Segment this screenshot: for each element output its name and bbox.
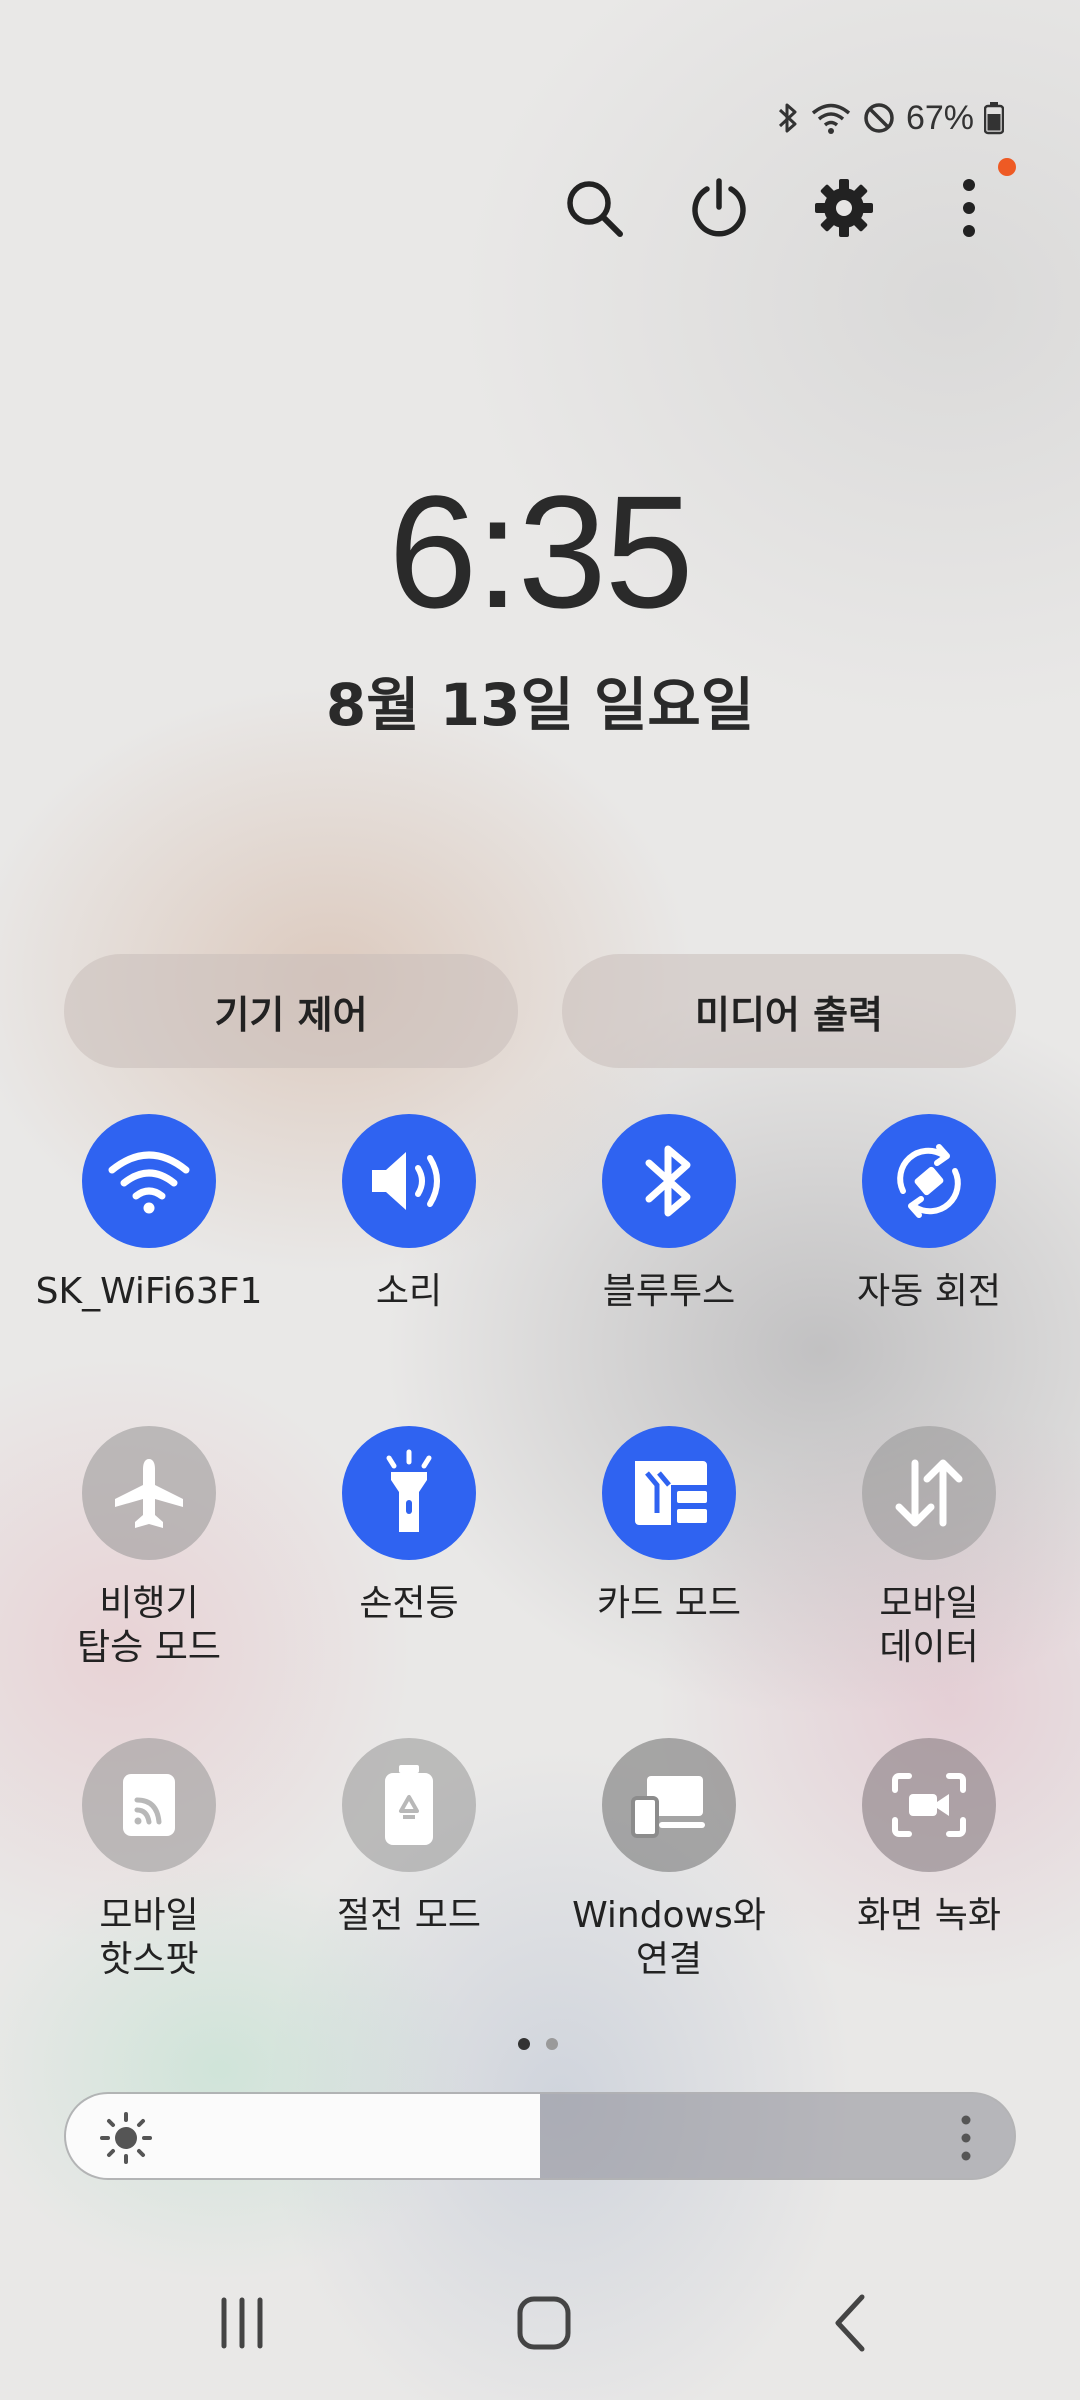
clock-date: 8월 13일 일요일 <box>325 671 755 739</box>
tile-auto-rotate[interactable]: 자동 회전 <box>799 1114 1059 1314</box>
tile-mobile-hotspot-toggle[interactable] <box>82 1738 216 1872</box>
tile-wifi[interactable]: SK_WiFi63F1 <box>19 1114 279 1314</box>
brightness-slider[interactable] <box>64 2092 1016 2180</box>
page-indicator <box>518 2038 558 2050</box>
more-options-button[interactable] <box>929 168 1009 248</box>
tile-mobile-hotspot[interactable]: 모바일 핫스팟 <box>19 1738 279 1982</box>
card-mode-icon <box>635 1461 707 1525</box>
sun-icon <box>100 2112 152 2164</box>
clock-time: 6:35 <box>388 462 693 641</box>
tile-sound-label: 소리 <box>375 1271 443 1312</box>
do-not-disturb-icon <box>864 103 894 133</box>
tile-auto-rotate-label: 자동 회전 <box>857 1271 1001 1312</box>
tile-screen-recorder-toggle[interactable] <box>862 1738 996 1872</box>
more-options-icon <box>963 179 975 237</box>
tile-airplane-mode-toggle[interactable] <box>82 1426 216 1560</box>
back-button[interactable] <box>800 2278 900 2368</box>
hotspot-icon <box>123 1774 175 1836</box>
media-output-button[interactable]: 미디어 출력 <box>562 954 1016 1068</box>
recents-icon <box>221 2297 263 2349</box>
wifi-icon <box>108 1151 190 1214</box>
tile-mobile-data[interactable]: 모바일 데이터 <box>799 1426 1059 1670</box>
tile-card-mode-label: 카드 모드 <box>597 1583 741 1624</box>
status-bar: 67% <box>776 96 1004 140</box>
bluetooth-icon <box>645 1145 691 1217</box>
power-icon <box>692 178 746 237</box>
airplane-icon <box>115 1459 183 1528</box>
mobile-data-icon <box>895 1459 963 1527</box>
recents-button[interactable] <box>192 2278 292 2368</box>
tile-link-to-windows-toggle[interactable] <box>602 1738 736 1872</box>
auto-rotate-icon <box>897 1144 961 1218</box>
tile-card-mode-toggle[interactable] <box>602 1426 736 1560</box>
screen-recorder-icon <box>892 1773 966 1837</box>
tile-bluetooth-toggle[interactable] <box>602 1114 736 1248</box>
tile-sound[interactable]: 소리 <box>279 1114 539 1314</box>
tile-power-saving-toggle[interactable] <box>342 1738 476 1872</box>
home-button[interactable] <box>494 2278 594 2368</box>
back-icon <box>835 2294 865 2352</box>
sound-icon <box>372 1152 440 1210</box>
tile-flashlight-toggle[interactable] <box>342 1426 476 1560</box>
settings-icon <box>815 179 873 237</box>
tile-airplane-mode-label: 비행기 탑승 모드 <box>77 1583 221 1668</box>
tile-link-to-windows[interactable]: Windows와 연결 <box>539 1738 799 1982</box>
tile-bluetooth[interactable]: 블루투스 <box>539 1114 799 1314</box>
device-control-button[interactable]: 기기 제어 <box>64 954 518 1068</box>
tile-wifi-toggle[interactable] <box>82 1114 216 1248</box>
tile-link-to-windows-label: Windows와 연결 <box>572 1895 766 1980</box>
tile-mobile-data-toggle[interactable] <box>862 1426 996 1560</box>
tile-screen-recorder-label: 화면 녹화 <box>857 1895 1001 1936</box>
tile-sound-toggle[interactable] <box>342 1114 476 1248</box>
navigation-bar <box>0 2278 1080 2368</box>
tile-power-saving-label: 절전 모드 <box>337 1895 481 1936</box>
tile-screen-recorder[interactable]: 화면 녹화 <box>799 1738 1059 1938</box>
battery-icon <box>984 102 1004 135</box>
tile-flashlight-label: 손전등 <box>359 1583 459 1624</box>
tile-bluetooth-label: 블루투스 <box>602 1271 736 1312</box>
tile-card-mode[interactable]: 카드 모드 <box>539 1426 799 1626</box>
bluetooth-icon <box>778 103 797 133</box>
brightness-more-icon[interactable] <box>960 2114 972 2162</box>
quick-panel-toolbar <box>0 168 1080 248</box>
tile-wifi-label: SK_WiFi63F1 <box>35 1271 263 1312</box>
wifi-icon <box>811 103 851 134</box>
battery-percent: 67% <box>905 98 974 137</box>
link-to-windows-icon <box>631 1776 705 1838</box>
search-button[interactable] <box>554 168 634 248</box>
home-icon <box>517 2296 571 2350</box>
settings-button[interactable] <box>804 168 884 248</box>
tile-mobile-data-label: 모바일 데이터 <box>879 1583 979 1668</box>
tile-airplane-mode[interactable]: 비행기 탑승 모드 <box>19 1426 279 1670</box>
tile-power-saving[interactable]: 절전 모드 <box>279 1738 539 1938</box>
tile-auto-rotate-toggle[interactable] <box>862 1114 996 1248</box>
tile-flashlight[interactable]: 손전등 <box>279 1426 539 1626</box>
tile-mobile-hotspot-label: 모바일 핫스팟 <box>99 1895 199 1980</box>
power-button[interactable] <box>679 168 759 248</box>
notification-badge <box>998 158 1016 176</box>
page-dot-active <box>518 2038 530 2050</box>
power-saving-icon <box>385 1765 433 1845</box>
page-dot <box>546 2038 558 2050</box>
flashlight-icon <box>386 1449 432 1532</box>
search-icon <box>567 181 623 237</box>
